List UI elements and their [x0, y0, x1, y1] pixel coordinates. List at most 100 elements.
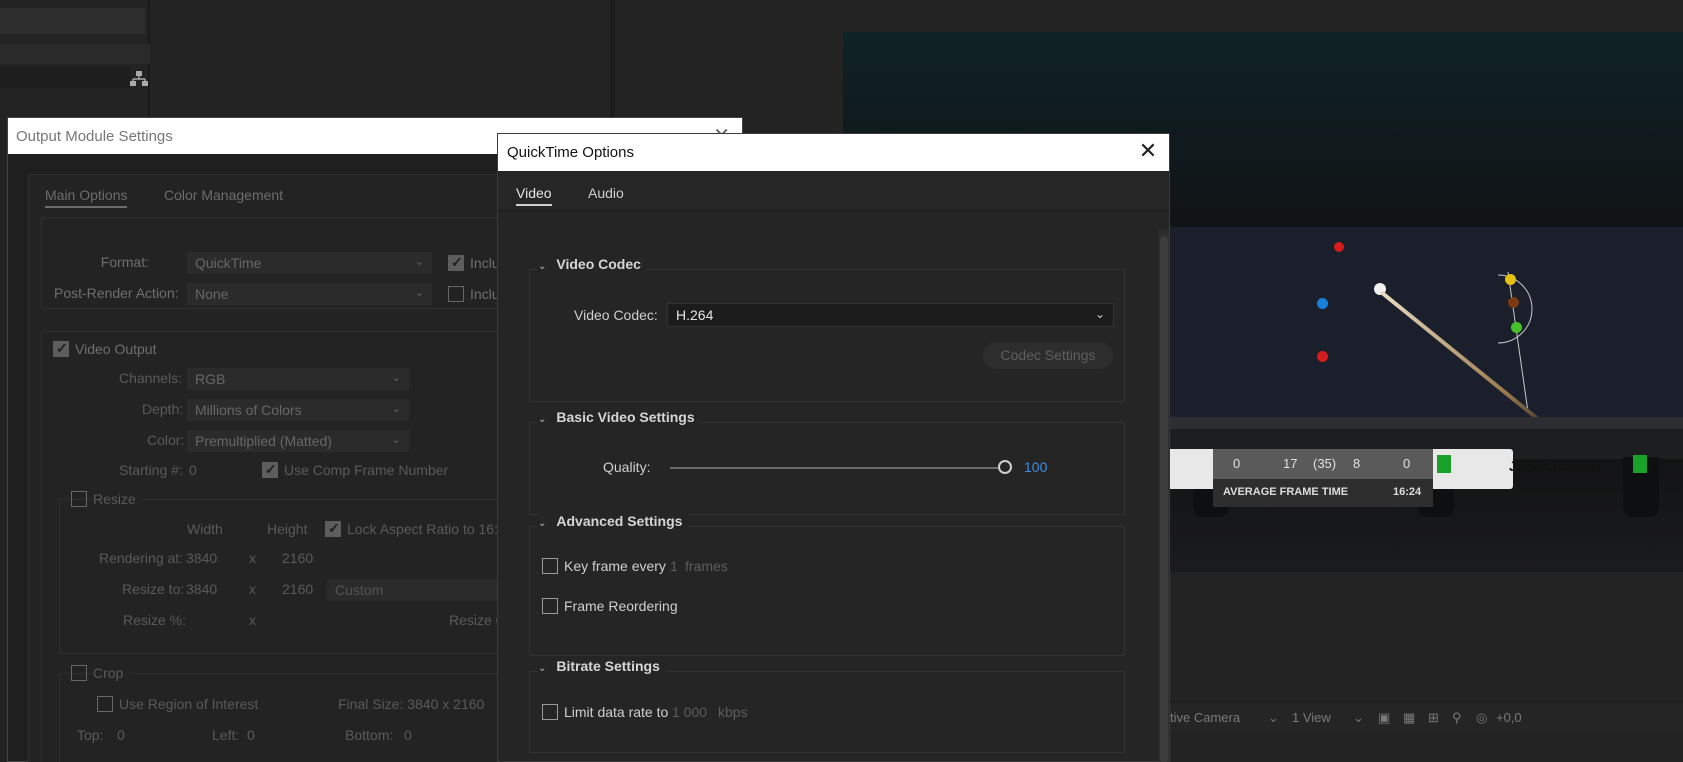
starting-value: 0 — [189, 462, 197, 478]
frame-reordering-checkbox[interactable] — [542, 598, 558, 614]
chevron-down-icon: ⌄ — [538, 261, 547, 272]
left-score: 0 — [1233, 456, 1241, 471]
chart-icon[interactable]: ⊞ — [1428, 710, 1439, 726]
chevron-down-icon: ⌄ — [414, 287, 424, 299]
chevron-down-icon: ⌄ — [391, 403, 401, 415]
brown-ball — [1508, 297, 1519, 308]
resize-to-label: Resize to: — [122, 581, 185, 597]
limit-rate-checkbox[interactable] — [542, 704, 558, 720]
bitrate-header[interactable]: ⌄ Bitrate Settings — [538, 658, 666, 674]
player-name: Jack Lisowski — [1509, 458, 1601, 474]
advanced-header[interactable]: ⌄ Advanced Settings — [538, 513, 689, 529]
flowchart-icon[interactable] — [130, 71, 148, 87]
basic-video-header[interactable]: ⌄ Basic Video Settings — [538, 409, 701, 425]
depth-label: Depth: — [142, 401, 184, 417]
chevron-down-icon: ⌄ — [1094, 307, 1105, 321]
red-ball — [1334, 242, 1344, 252]
codec-settings-button[interactable]: Codec Settings — [983, 342, 1113, 369]
break-points: (35) — [1313, 456, 1337, 471]
chevron-down-icon: ⌄ — [538, 414, 547, 425]
rendering-height: 2160 — [282, 550, 314, 566]
left-value: 0 — [247, 727, 255, 743]
yellow-ball — [1505, 274, 1516, 285]
use-roi-checkbox — [97, 696, 113, 712]
panel-strip — [0, 8, 145, 34]
viewer-toolbar: tive Camera ⌄ 1 View ⌄ ▣ ▦ ⊞ ⚲ ◎ +0,0 — [1170, 702, 1683, 732]
post-render-select: None ⌄ — [187, 283, 432, 305]
include-label: Inclu — [470, 255, 500, 271]
channels-value: RGB — [195, 371, 226, 387]
color-value: Premultiplied (Matted) — [195, 433, 332, 449]
chevron-down-icon: ⌄ — [538, 518, 547, 529]
quality-slider-handle[interactable] — [998, 460, 1012, 474]
video-codec-label: Video Codec: — [574, 307, 658, 323]
quality-label: Quality: — [603, 459, 651, 475]
x-separator: x — [249, 612, 256, 628]
advanced-section: ⌄ Advanced Settings Key frame every 1 fra… — [529, 513, 1125, 656]
resize-width: 3840 — [186, 581, 218, 597]
dialog-title: QuickTime Options — [507, 144, 634, 161]
tab-main-options[interactable]: Main Options — [45, 187, 128, 208]
depth-select: Millions of Colors ⌄ — [187, 399, 409, 421]
panel-divider[interactable] — [610, 0, 615, 130]
use-comp-frame-checkbox — [262, 461, 278, 478]
panel-strip — [0, 44, 150, 64]
height-label: Height — [267, 521, 308, 537]
camera-select[interactable]: tive Camera — [1170, 710, 1240, 725]
dialog-title: Output Module Settings — [16, 128, 173, 145]
key-frame-value[interactable]: 1 — [670, 558, 678, 574]
blue-ball — [1317, 298, 1328, 309]
channels-label: Channels: — [119, 370, 183, 386]
key-frame-label: Key frame every — [564, 558, 666, 574]
video-output-checkbox — [53, 340, 69, 357]
format-value: QuickTime — [195, 255, 262, 271]
flowchart-icon[interactable]: ⚲ — [1452, 710, 1462, 726]
tab-video[interactable]: Video — [516, 185, 552, 206]
video-output-label: Video Output — [75, 341, 157, 357]
frame-time-label: Average Frame Time — [1223, 486, 1349, 498]
limit-rate-value[interactable]: 1 000 — [672, 704, 707, 720]
use-comp-frame-label: Use Comp Frame Number — [284, 462, 449, 478]
format-label: Format: — [100, 254, 149, 270]
scrollbar-thumb[interactable] — [1160, 236, 1168, 762]
top-value: 0 — [117, 727, 125, 743]
quicktime-options-dialog: QuickTime Options ✕ Video Audio ⌄ Video C… — [497, 133, 1170, 762]
video-codec-value: H.264 — [676, 307, 714, 323]
color-select: Premultiplied (Matted) ⌄ — [187, 430, 409, 452]
resize-label: Resize — [93, 491, 142, 507]
bottom-label: Bottom: — [345, 727, 394, 743]
section-title: Bitrate Settings — [556, 658, 660, 674]
close-button[interactable]: ✕ — [1135, 138, 1161, 164]
exposure-value[interactable]: +0,0 — [1496, 710, 1522, 725]
color-label: Color: — [147, 432, 185, 448]
chevron-down-icon: ⌄ — [391, 372, 401, 384]
layout-icon[interactable]: ▣ — [1378, 710, 1390, 726]
resize-checkbox — [71, 491, 87, 507]
basic-video-section: ⌄ Basic Video Settings Quality: 100 — [529, 409, 1125, 515]
chevron-down-icon: ⌄ — [1353, 710, 1364, 725]
grid-icon[interactable]: ▦ — [1403, 710, 1415, 726]
crop-label: Crop — [93, 665, 130, 681]
key-frame-checkbox[interactable] — [542, 558, 558, 574]
depth-value: Millions of Colors — [195, 402, 302, 418]
section-title: Advanced Settings — [556, 513, 683, 529]
starting-label: Starting #: — [119, 462, 183, 478]
quality-value[interactable]: 100 — [1024, 459, 1047, 475]
video-codec-select[interactable]: H.264 ⌄ — [667, 303, 1114, 327]
resize-height: 2160 — [282, 581, 314, 597]
bitrate-section: ⌄ Bitrate Settings Limit data rate to 1 0… — [529, 658, 1125, 753]
rendering-width: 3840 — [186, 550, 218, 566]
dialog-title-bar[interactable]: QuickTime Options ✕ — [498, 134, 1169, 171]
quality-slider-track[interactable] — [670, 467, 1005, 469]
include-label: Inclu — [470, 286, 500, 302]
lock-aspect-checkbox — [325, 520, 341, 537]
tab-color-management[interactable]: Color Management — [164, 187, 283, 203]
video-codec-header[interactable]: ⌄ Video Codec — [538, 256, 647, 272]
view-select[interactable]: 1 View — [1292, 710, 1331, 725]
chevron-down-icon: ⌄ — [391, 434, 401, 446]
exposure-icon[interactable]: ◎ — [1476, 710, 1487, 726]
tab-audio[interactable]: Audio — [588, 185, 624, 201]
channels-select: RGB ⌄ — [187, 368, 409, 390]
width-label: Width — [187, 521, 223, 537]
panel-strip — [0, 66, 130, 88]
